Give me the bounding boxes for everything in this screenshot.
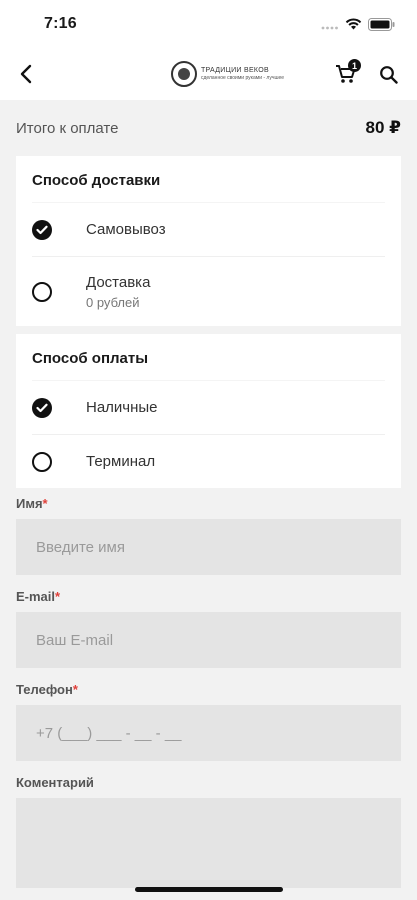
email-label-text: E-mail [16, 589, 56, 604]
status-time: 7:16 [44, 15, 77, 32]
phone-input[interactable] [16, 705, 401, 761]
required-mark: * [42, 496, 48, 511]
radio-unchecked-icon[interactable] [32, 281, 52, 302]
option-text: Самовывоз [86, 221, 166, 238]
total-label: Итого к оплате [16, 119, 119, 137]
email-input[interactable] [16, 612, 401, 668]
battery-icon [368, 17, 395, 31]
search-button[interactable] [373, 58, 405, 90]
required-mark: * [55, 589, 61, 604]
required-mark: * [72, 682, 78, 697]
wifi-icon [345, 18, 362, 30]
nav-actions: 1 [333, 58, 405, 90]
home-indicator [135, 887, 283, 892]
radio-unchecked-icon[interactable] [32, 451, 52, 472]
delivery-option-delivery[interactable]: Доставка 0 рублей [32, 256, 385, 326]
option-text: Терминал [86, 453, 155, 470]
comment-textarea[interactable] [16, 798, 401, 888]
delivery-title: Способ доставки [32, 171, 161, 189]
total-value: 80 ₽ [365, 118, 401, 137]
status-icons [321, 17, 395, 31]
phone-label: Телефон* [0, 682, 417, 697]
nav-bar: ТРАДИЦИИ ВЕКОВ сделанное своими руками -… [0, 48, 417, 100]
cart-button[interactable]: 1 [333, 59, 361, 87]
phone-label-text: Телефон [16, 682, 73, 697]
option-label: Самовывоз [86, 221, 166, 238]
option-text: Доставка 0 рублей [86, 274, 150, 310]
status-bar: 7:16 [0, 0, 417, 48]
back-button[interactable] [10, 58, 42, 90]
back-arrow-icon [20, 64, 32, 84]
delivery-option-pickup[interactable]: Самовывоз [32, 202, 385, 256]
payment-option-terminal[interactable]: Терминал [32, 434, 385, 488]
option-label: Терминал [86, 453, 156, 470]
brand-tagline: сделанное своими руками - лучшее [200, 75, 285, 81]
option-text: Наличные [86, 399, 158, 416]
radio-checked-icon[interactable] [32, 219, 52, 240]
option-label: Доставка [86, 273, 151, 291]
total-row: Итого к оплате 80 ₽ [0, 100, 417, 156]
name-input[interactable] [16, 519, 401, 575]
payment-option-cash[interactable]: Наличные [32, 380, 385, 434]
name-label: Имя* [0, 496, 417, 511]
option-label: Наличные [86, 399, 158, 416]
brand-text: ТРАДИЦИИ ВЕКОВ сделанное своими руками -… [201, 67, 284, 81]
radio-checked-icon[interactable] [32, 397, 52, 418]
comment-label-text: Коментарий [16, 775, 94, 790]
comment-label: Коментарий [0, 775, 417, 790]
email-label: E-mail* [0, 589, 417, 604]
payment-card: Способ оплаты Наличные Терминал [16, 334, 401, 488]
name-label-text: Имя [16, 496, 43, 511]
option-sublabel: 0 рублей [86, 294, 140, 310]
delivery-card: Способ доставки Самовывоз Доставка 0 руб… [16, 156, 401, 326]
signal-icon [321, 26, 338, 30]
search-icon [380, 65, 399, 84]
brand-emblem-icon [170, 61, 197, 87]
brand-logo: ТРАДИЦИИ ВЕКОВ сделанное своими руками -… [170, 61, 284, 87]
cart-count-badge: 1 [347, 59, 361, 72]
brand-name: ТРАДИЦИИ ВЕКОВ [200, 67, 269, 74]
payment-title: Способ оплаты [32, 349, 149, 367]
